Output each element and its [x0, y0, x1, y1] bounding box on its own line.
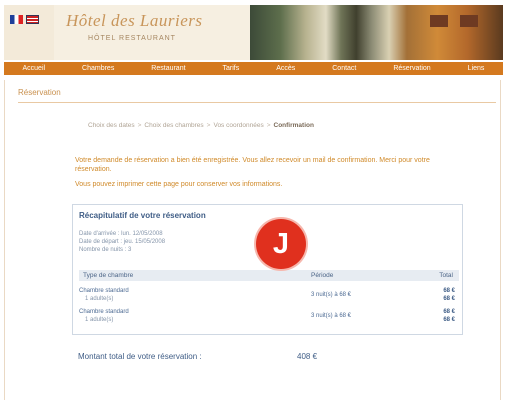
hotel-subtitle: HÔTEL RESTAURANT	[88, 35, 176, 42]
breadcrumb: Choix des dates > Choix des chambres > Vos c…	[88, 122, 460, 129]
photo-detail	[460, 15, 478, 27]
table-row: Chambre standard 1 adulte(s) 3 nuit(s) à…	[79, 288, 459, 308]
room-type: Chambre standard	[79, 288, 129, 294]
flag-fr-icon[interactable]	[10, 15, 23, 24]
room-price: 68 €	[443, 309, 455, 315]
page-title: Réservation	[18, 88, 61, 97]
nav-item-tarifs[interactable]: Tarifs	[220, 65, 243, 72]
chevron-right-icon: >	[266, 122, 271, 129]
column-total: Total	[439, 272, 453, 279]
flag-en-icon[interactable]	[26, 15, 39, 24]
table-row: Chambre standard 1 adulte(s) 3 nuit(s) à…	[79, 309, 459, 329]
arrival-date: Date d'arrivée : lun. 12/05/2008	[79, 231, 163, 237]
departure-date: Date de départ : jeu. 15/05/2008	[79, 239, 166, 245]
language-switcher	[10, 15, 39, 24]
room-subtotal: 68 €	[443, 296, 455, 302]
nights-count: Nombre de nuits : 3	[79, 247, 132, 253]
site-header: Hôtel des Lauriers HÔTEL RESTAURANT	[4, 5, 503, 60]
breadcrumb-step-dates[interactable]: Choix des dates	[88, 122, 135, 129]
hotel-logo[interactable]: Hôtel des Lauriers HÔTEL RESTAURANT	[54, 5, 250, 60]
room-subtotal: 68 €	[443, 317, 455, 323]
print-notice: Vous pouvez imprimer cette page pour con…	[75, 181, 283, 188]
nav-item-restaurant[interactable]: Restaurant	[148, 65, 188, 72]
main-nav: Accueil Chambres Restaurant Tarifs Accès…	[4, 62, 503, 75]
room-occupancy: 1 adulte(s)	[85, 317, 114, 323]
breadcrumb-step-confirmation: Confirmation	[273, 122, 314, 129]
confirmation-notice: Votre demande de réservation a bien été …	[75, 157, 430, 173]
photo-detail	[430, 15, 448, 27]
header-photo	[250, 5, 503, 60]
title-divider	[18, 102, 496, 103]
table-header: Type de chambre Période Total	[79, 270, 459, 281]
column-room: Type de chambre	[83, 272, 134, 279]
total-amount: 408 €	[297, 352, 318, 361]
room-type: Chambre standard	[79, 309, 129, 315]
hotel-name: Hôtel des Lauriers	[66, 11, 203, 30]
nav-item-reservation[interactable]: Réservation	[390, 65, 433, 72]
breadcrumb-step-rooms[interactable]: Choix des chambres	[144, 122, 203, 129]
room-period: 3 nuit(s) à 68 €	[311, 313, 352, 319]
nav-item-acces[interactable]: Accès	[273, 65, 298, 72]
nav-item-chambres[interactable]: Chambres	[79, 65, 117, 72]
total-label: Montant total de votre réservation :	[78, 352, 202, 361]
room-price: 68 €	[443, 288, 455, 294]
room-period: 3 nuit(s) à 68 €	[311, 292, 352, 298]
chevron-right-icon: >	[137, 122, 142, 129]
summary-title: Récapitulatif de votre réservation	[79, 211, 206, 220]
badge-letter: J	[272, 227, 290, 260]
chevron-right-icon: >	[206, 122, 211, 129]
column-period: Période	[311, 272, 334, 279]
j-badge-icon: J	[256, 219, 306, 269]
nav-item-liens[interactable]: Liens	[465, 65, 488, 72]
nav-item-contact[interactable]: Contact	[329, 65, 359, 72]
room-occupancy: 1 adulte(s)	[85, 296, 114, 302]
nav-item-accueil[interactable]: Accueil	[19, 65, 48, 72]
breadcrumb-step-details[interactable]: Vos coordonnées	[213, 122, 263, 129]
